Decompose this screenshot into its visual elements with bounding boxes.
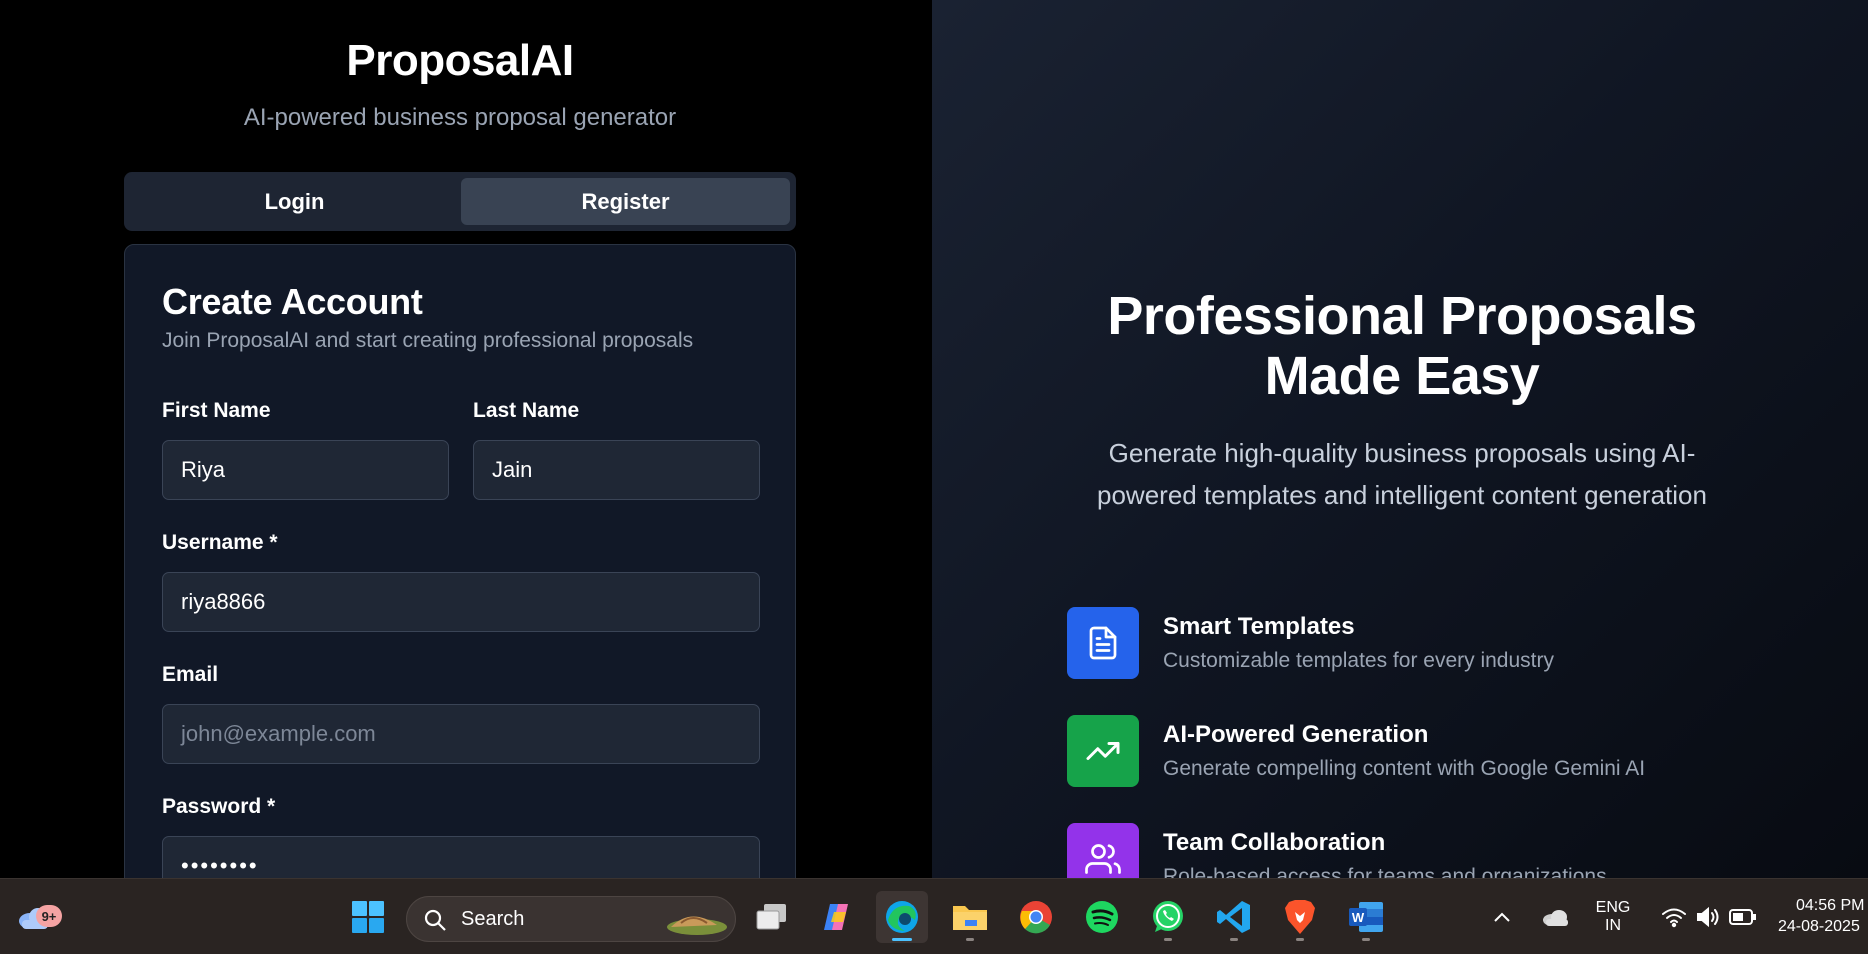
trending-up-icon [1067,715,1139,787]
feature-ai-generation: AI-Powered Generation Generate compellin… [1067,715,1787,791]
start-button[interactable] [342,891,394,943]
feature-smart-templates: Smart Templates Customizable templates f… [1067,607,1787,683]
spotify-icon [1086,901,1118,933]
card-title: Create Account [162,281,423,322]
feature-title: Smart Templates [1163,613,1355,640]
active-indicator [892,938,912,941]
language-line1: ENG [1595,899,1631,916]
password-label: Password * [162,795,276,818]
register-card: Create Account Join ProposalAI and start… [124,244,796,878]
document-icon [1067,607,1139,679]
edge-button[interactable] [876,891,928,943]
windows-icon [352,901,384,933]
running-indicator [966,938,974,941]
hero-description: Generate high-quality business proposals… [1097,438,1707,510]
marketing-panel: Professional Proposals Made Easy Generat… [932,0,1868,878]
chrome-icon [1020,901,1052,934]
tab-login[interactable]: Login [130,178,459,225]
task-view-icon [756,904,786,930]
app-window: ProposalAI AI-powered business proposal … [0,0,1868,954]
chrome-button[interactable] [1010,891,1062,943]
notification-badge: 9+ [36,905,62,927]
wifi-icon [1662,908,1686,928]
card-subtitle: Join ProposalAI and start creating profe… [162,329,694,352]
clock-time: 04:56 PM [1796,897,1865,914]
language-indicator[interactable]: ENG IN [1590,899,1636,935]
feature-team-collaboration: Team Collaboration Role-based access for… [1067,823,1787,878]
whatsapp-icon [1153,901,1183,932]
task-view-button[interactable] [746,891,798,943]
running-indicator [1230,938,1238,941]
weather-widget[interactable]: 9+ [8,891,62,943]
first-name-label: First Name [162,399,271,422]
hero-title: Professional Proposals Made Easy [932,286,1868,406]
search-highlight-icon [667,916,727,935]
file-explorer-button[interactable] [944,891,996,943]
brave-icon [1285,900,1315,934]
running-indicator [1164,938,1172,941]
password-field[interactable]: •••••••• [162,836,760,878]
spotify-button[interactable] [1076,891,1128,943]
first-name-field[interactable]: Riya [162,440,449,500]
copilot-icon [824,904,848,930]
vscode-button[interactable] [1208,891,1260,943]
show-hidden-icons-button[interactable] [1484,891,1520,943]
last-name-label: Last Name [473,399,580,422]
taskbar-search[interactable]: Search [406,896,736,942]
brave-button[interactable] [1274,891,1326,943]
onedrive-button[interactable] [1536,891,1576,943]
feature-description: Role-based access for teams and organiza… [1163,865,1607,878]
last-name-field[interactable]: Jain [473,440,760,500]
email-field[interactable]: john@example.com [162,704,760,764]
email-label: Email [162,663,219,686]
search-icon [424,909,446,931]
username-label: Username * [162,531,278,554]
word-icon: W [1349,902,1383,932]
chevron-up-icon [1494,912,1510,922]
volume-icon [1697,906,1719,928]
auth-tabs: Login Register [124,172,796,231]
onedrive-icon [1543,910,1568,926]
word-button[interactable]: W [1340,891,1392,943]
hero-title-line1: Professional Proposals [1107,286,1697,346]
whatsapp-button[interactable] [1142,891,1194,943]
brand-subtitle: AI-powered business proposal generator [243,104,677,131]
users-icon [1067,823,1139,878]
feature-description: Generate compelling content with Google … [1163,757,1646,780]
copilot-button[interactable] [812,891,864,943]
running-indicator [1362,938,1370,941]
feature-description: Customizable templates for every industr… [1163,649,1554,672]
tab-register[interactable]: Register [461,178,790,225]
battery-icon [1729,909,1756,925]
hero-title-line2: Made Easy [1264,346,1540,406]
svg-text:W: W [1352,910,1365,925]
brand-title: ProposalAI [346,36,574,85]
auth-panel: ProposalAI AI-powered business proposal … [0,0,932,878]
language-line2: IN [1605,917,1621,934]
clock-date: 24-08-2025 [1778,918,1860,935]
running-indicator [1296,938,1304,941]
taskbar: 9+ Search W ENG IN 04:56 PM 24-08-2025 [0,878,1868,954]
edge-icon [886,901,918,933]
search-label: Search [461,908,525,930]
quick-settings-button[interactable] [1654,891,1764,943]
username-field[interactable]: riya8866 [162,572,760,632]
feature-title: AI-Powered Generation [1163,721,1429,748]
vscode-icon [1217,901,1250,933]
feature-title: Team Collaboration [1163,829,1386,856]
folder-icon [953,906,987,930]
clock[interactable]: 04:56 PM 24-08-2025 [1778,897,1868,936]
